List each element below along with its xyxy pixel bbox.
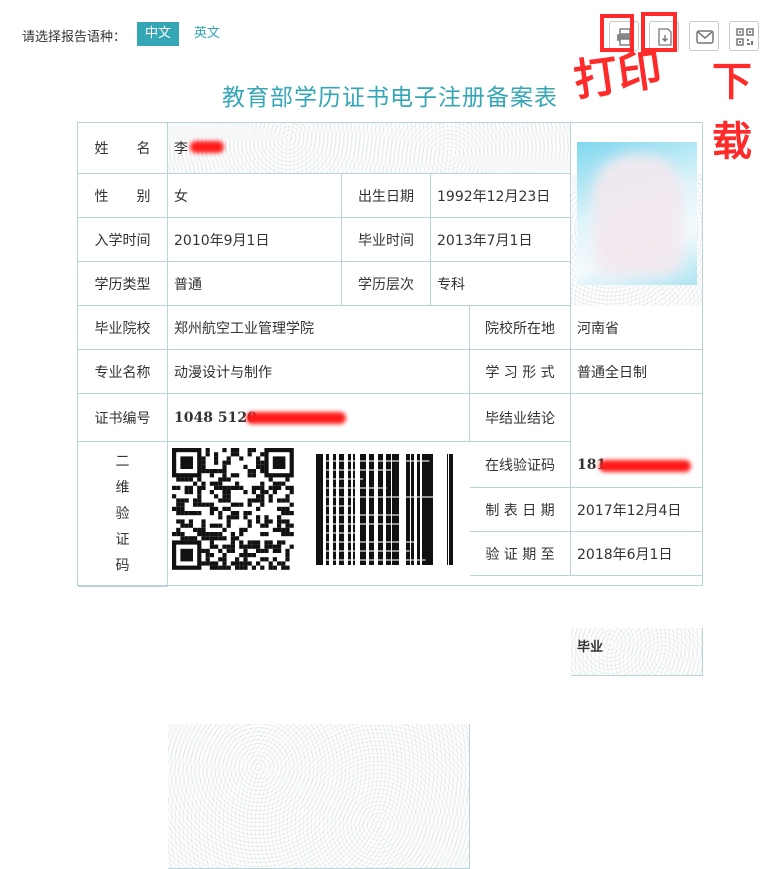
certificate-number-value: 1048 5120 [168,394,470,442]
degree-level-value: 专科 [431,262,571,306]
language-english-button[interactable]: 英文 [186,22,228,46]
issue-date-value: 2017年12月4日 [571,488,703,532]
redaction-mark [599,460,691,472]
language-chinese-button[interactable]: 中文 [137,22,180,46]
qr-code-image [172,448,298,570]
page-title: 教育部学历证书电子注册备案表 [222,85,558,111]
download-annotation: 下载 [712,59,752,165]
email-button[interactable] [689,21,719,51]
barcode-image [305,452,458,567]
redaction-mark [190,141,224,153]
online-code-value: 181 [571,442,703,488]
degree-type-value: 普通 [168,262,342,306]
print-icon [617,28,633,46]
major-value: 动漫设计与制作 [168,350,470,394]
certificate-number-label: 证书编号 [78,394,168,442]
pdf-download-icon [658,28,672,46]
birth-value: 1992年12月23日 [431,174,571,218]
name-label: 姓 名 [78,123,168,174]
gender-label: 性 别 [78,174,168,218]
major-label: 专业名称 [78,350,168,394]
enroll-label: 入学时间 [78,218,168,262]
school-location-label: 院校所在地 [470,306,571,350]
study-form-value: 普通全日制 [571,350,703,394]
conclusion-value: 毕业 [571,628,703,676]
conclusion-text: 毕业 [577,640,604,655]
qr-code-label: 二维验证码 [78,442,168,587]
expire-date-value: 2018年6月1日 [571,532,703,576]
degree-level-label: 学历层次 [342,262,431,306]
enroll-value: 2010年9月1日 [168,218,342,262]
verification-codes-cell [168,724,470,869]
study-form-label: 学 习 形 式 [470,350,571,394]
email-icon [696,30,714,44]
name-value: 李 [168,123,571,174]
school-location-value: 河南省 [571,306,703,350]
online-code-label: 在线验证码 [470,442,571,488]
name-text: 李 [174,141,188,157]
qrcode-button[interactable] [729,21,759,51]
conclusion-label: 毕结业结论 [470,394,571,442]
birth-label: 出生日期 [342,174,431,218]
qrcode-icon [736,28,754,46]
expire-date-label: 验 证 期 至 [470,532,571,576]
graduation-label: 毕业时间 [342,218,431,262]
gender-value: 女 [168,174,342,218]
certificate-number-text: 1048 5120 [174,409,257,426]
student-photo [577,142,697,285]
school-value: 郑州航空工业管理学院 [168,306,470,350]
graduation-value: 2013年7月1日 [431,218,571,262]
issue-date-label: 制 表 日 期 [470,488,571,532]
redaction-mark [246,412,346,424]
degree-type-label: 学历类型 [78,262,168,306]
language-label: 请选择报告语种： [22,30,127,45]
school-label: 毕业院校 [78,306,168,350]
